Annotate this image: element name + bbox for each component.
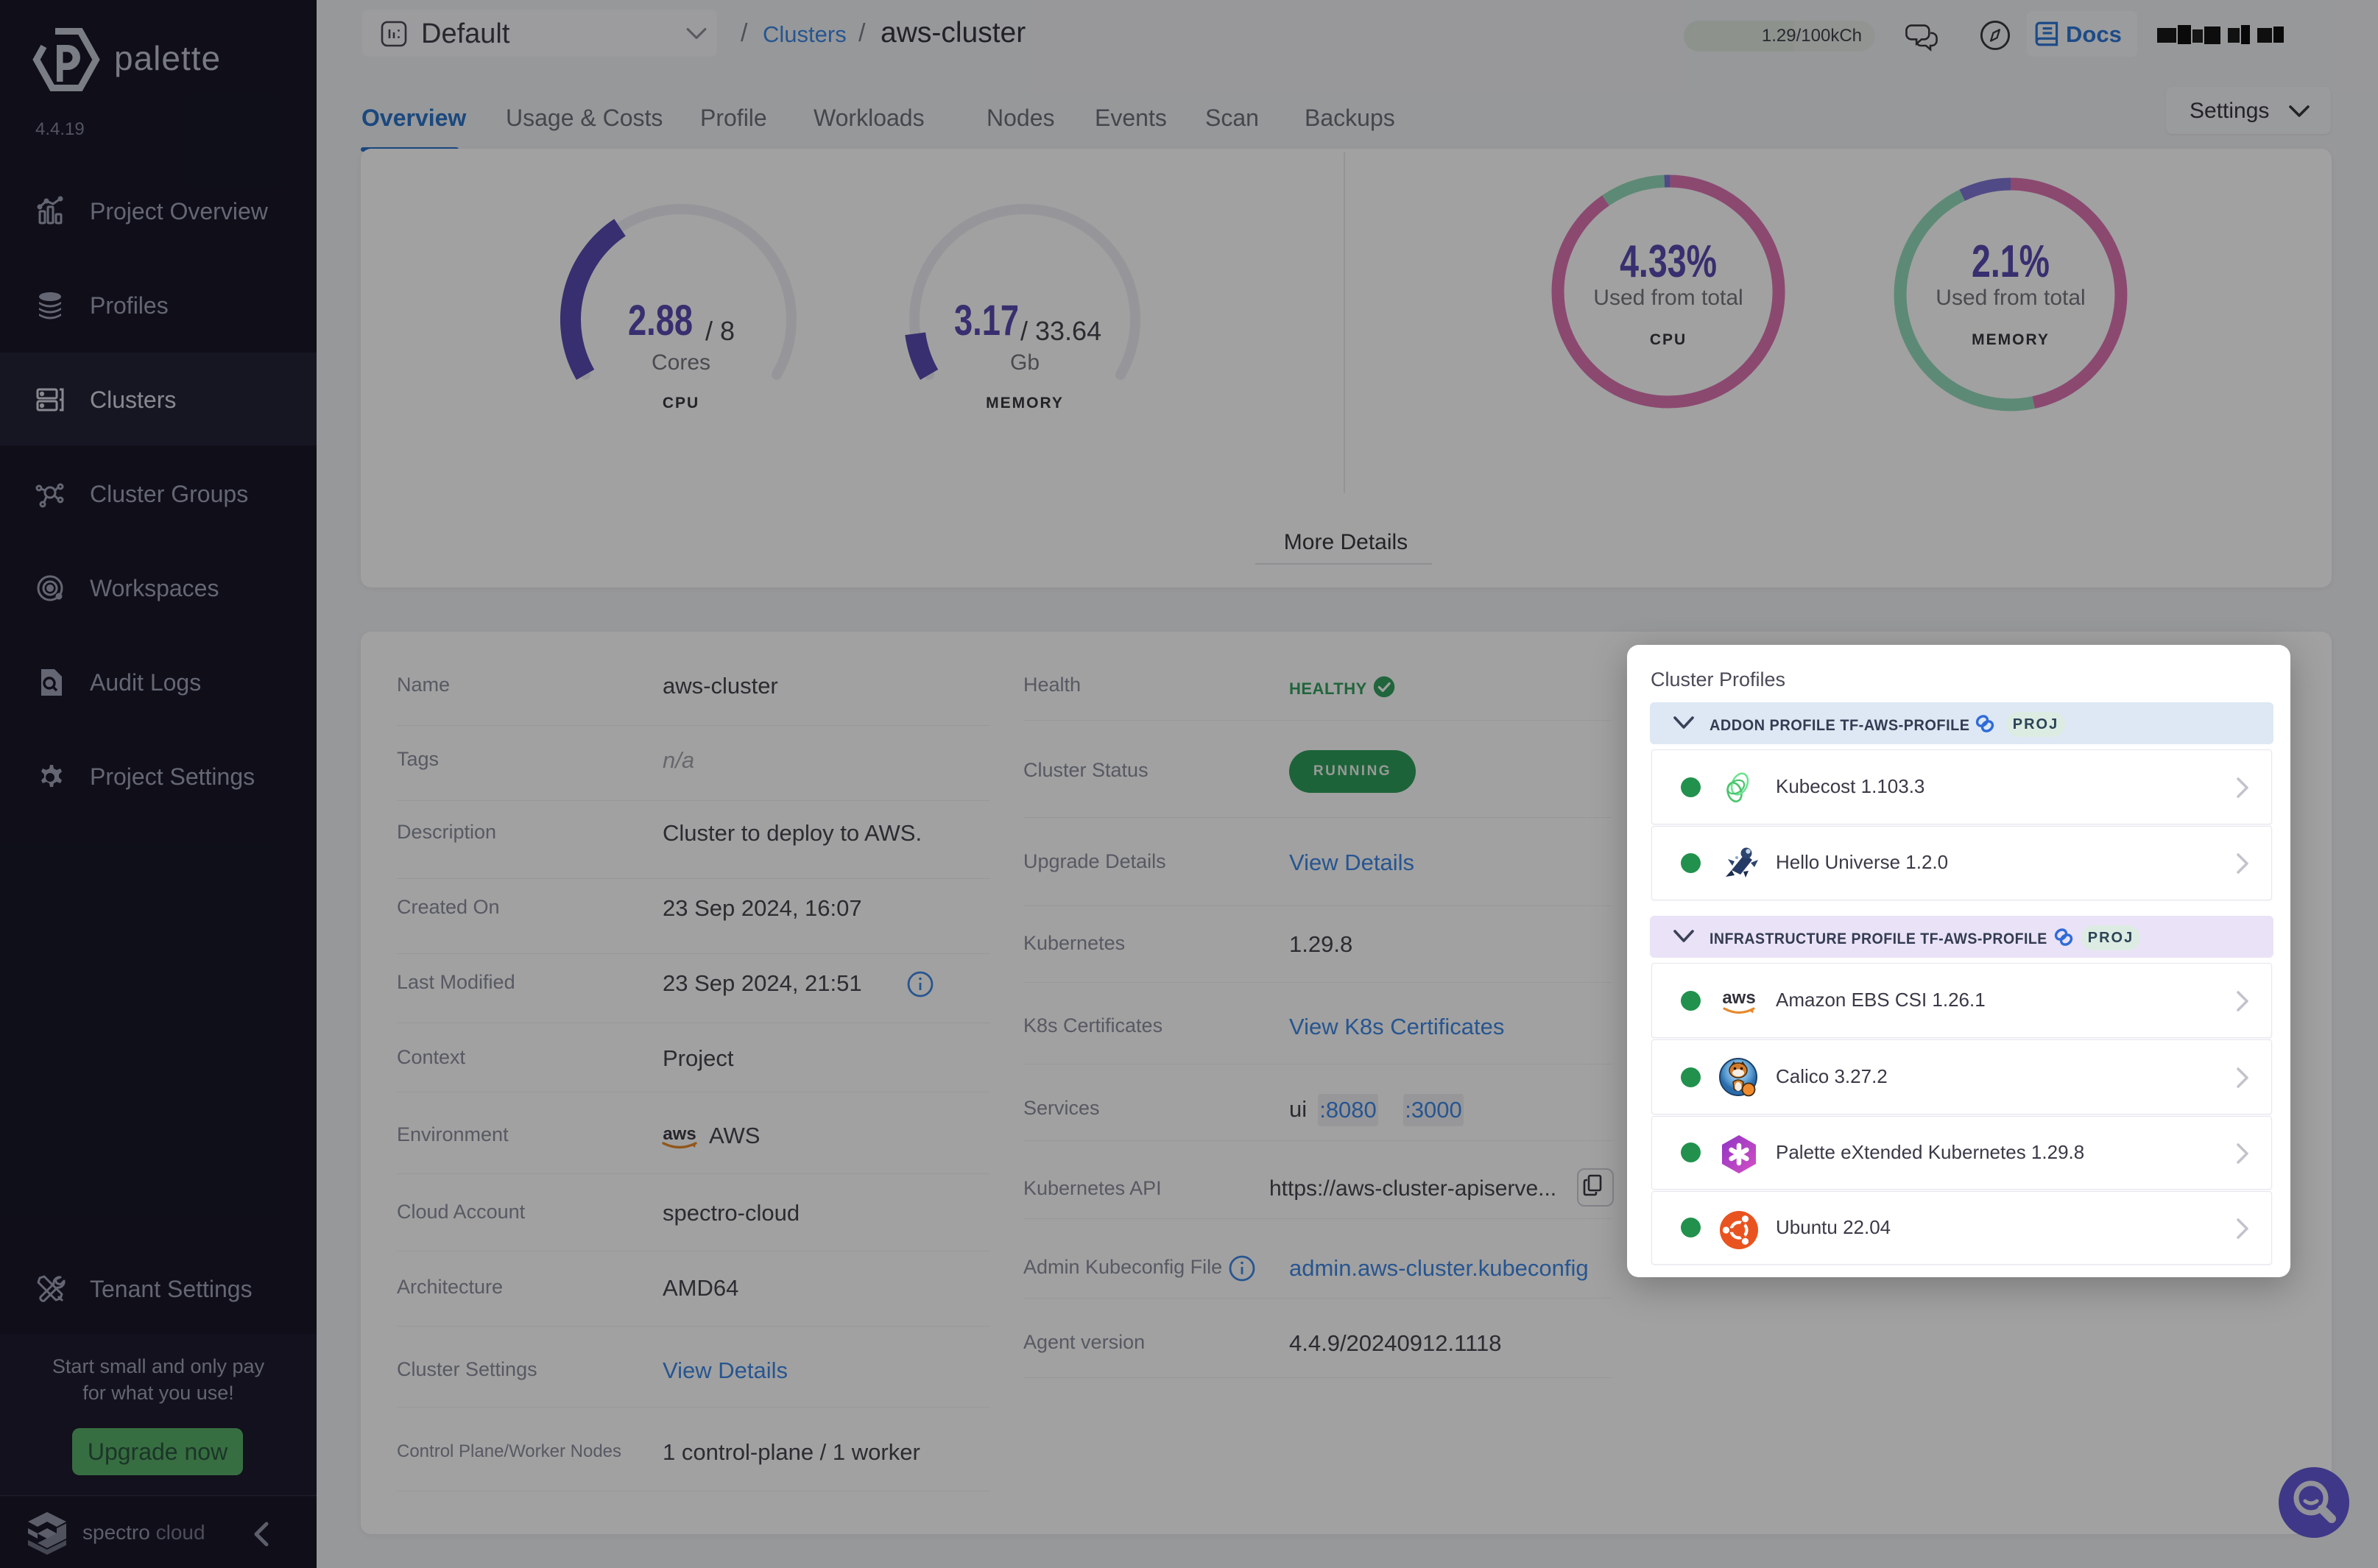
svg-text:aws: aws <box>1722 988 1755 1008</box>
